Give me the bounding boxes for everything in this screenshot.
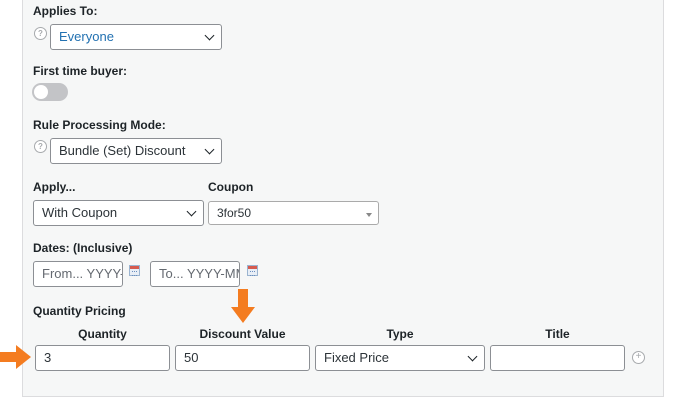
column-header-type: Type <box>386 327 414 341</box>
apply-label: Apply... <box>33 180 76 194</box>
column-header-quantity: Quantity <box>78 327 127 341</box>
rule-processing-select[interactable]: Bundle (Set) Discount <box>50 138 222 164</box>
date-to-placeholder: To... YYYY-MM <box>159 266 240 281</box>
toggle-knob <box>34 85 48 99</box>
date-from-input[interactable]: From... YYYY- <box>33 261 123 287</box>
chevron-down-icon <box>204 144 215 155</box>
first-time-buyer-label: First time buyer: <box>33 64 128 78</box>
date-to-input[interactable]: To... YYYY-MM <box>150 261 240 287</box>
coupon-select[interactable]: 3for50 <box>208 201 379 225</box>
apply-value: With Coupon <box>42 205 118 220</box>
first-time-buyer-toggle[interactable] <box>32 83 68 101</box>
chevron-down-icon <box>186 206 197 217</box>
type-select[interactable]: Fixed Price <box>315 345 485 371</box>
title-input[interactable] <box>490 345 625 371</box>
date-from-placeholder: From... YYYY- <box>42 266 123 281</box>
calendar-icon[interactable] <box>129 265 140 276</box>
annotation-arrow-down-icon <box>231 289 255 323</box>
annotation-arrow-right-icon <box>0 345 31 369</box>
help-icon[interactable]: ? <box>34 27 47 40</box>
rule-processing-label: Rule Processing Mode: <box>33 118 166 132</box>
dates-label: Dates: (Inclusive) <box>33 241 133 255</box>
discount-value-input[interactable]: 50 <box>175 345 310 371</box>
quantity-value: 3 <box>44 350 52 365</box>
quantity-pricing-label: Quantity Pricing <box>33 304 126 318</box>
discount-value: 50 <box>184 350 199 365</box>
coupon-label: Coupon <box>208 180 254 194</box>
column-header-discount-value: Discount Value <box>199 327 286 341</box>
applies-to-label: Applies To: <box>33 4 98 18</box>
chevron-down-icon <box>467 351 478 362</box>
apply-select[interactable]: With Coupon <box>33 200 204 226</box>
coupon-value: 3for50 <box>217 206 252 220</box>
caret-down-icon <box>366 213 372 217</box>
calendar-icon[interactable] <box>247 265 258 276</box>
add-row-icon[interactable]: + <box>632 351 645 364</box>
applies-to-value: Everyone <box>59 29 114 44</box>
help-icon[interactable]: ? <box>34 140 47 153</box>
applies-to-select[interactable]: Everyone <box>50 24 222 50</box>
column-header-title: Title <box>545 327 570 341</box>
quantity-input[interactable]: 3 <box>35 345 170 371</box>
chevron-down-icon <box>204 30 215 41</box>
rule-processing-value: Bundle (Set) Discount <box>59 143 186 158</box>
type-value: Fixed Price <box>324 350 390 365</box>
